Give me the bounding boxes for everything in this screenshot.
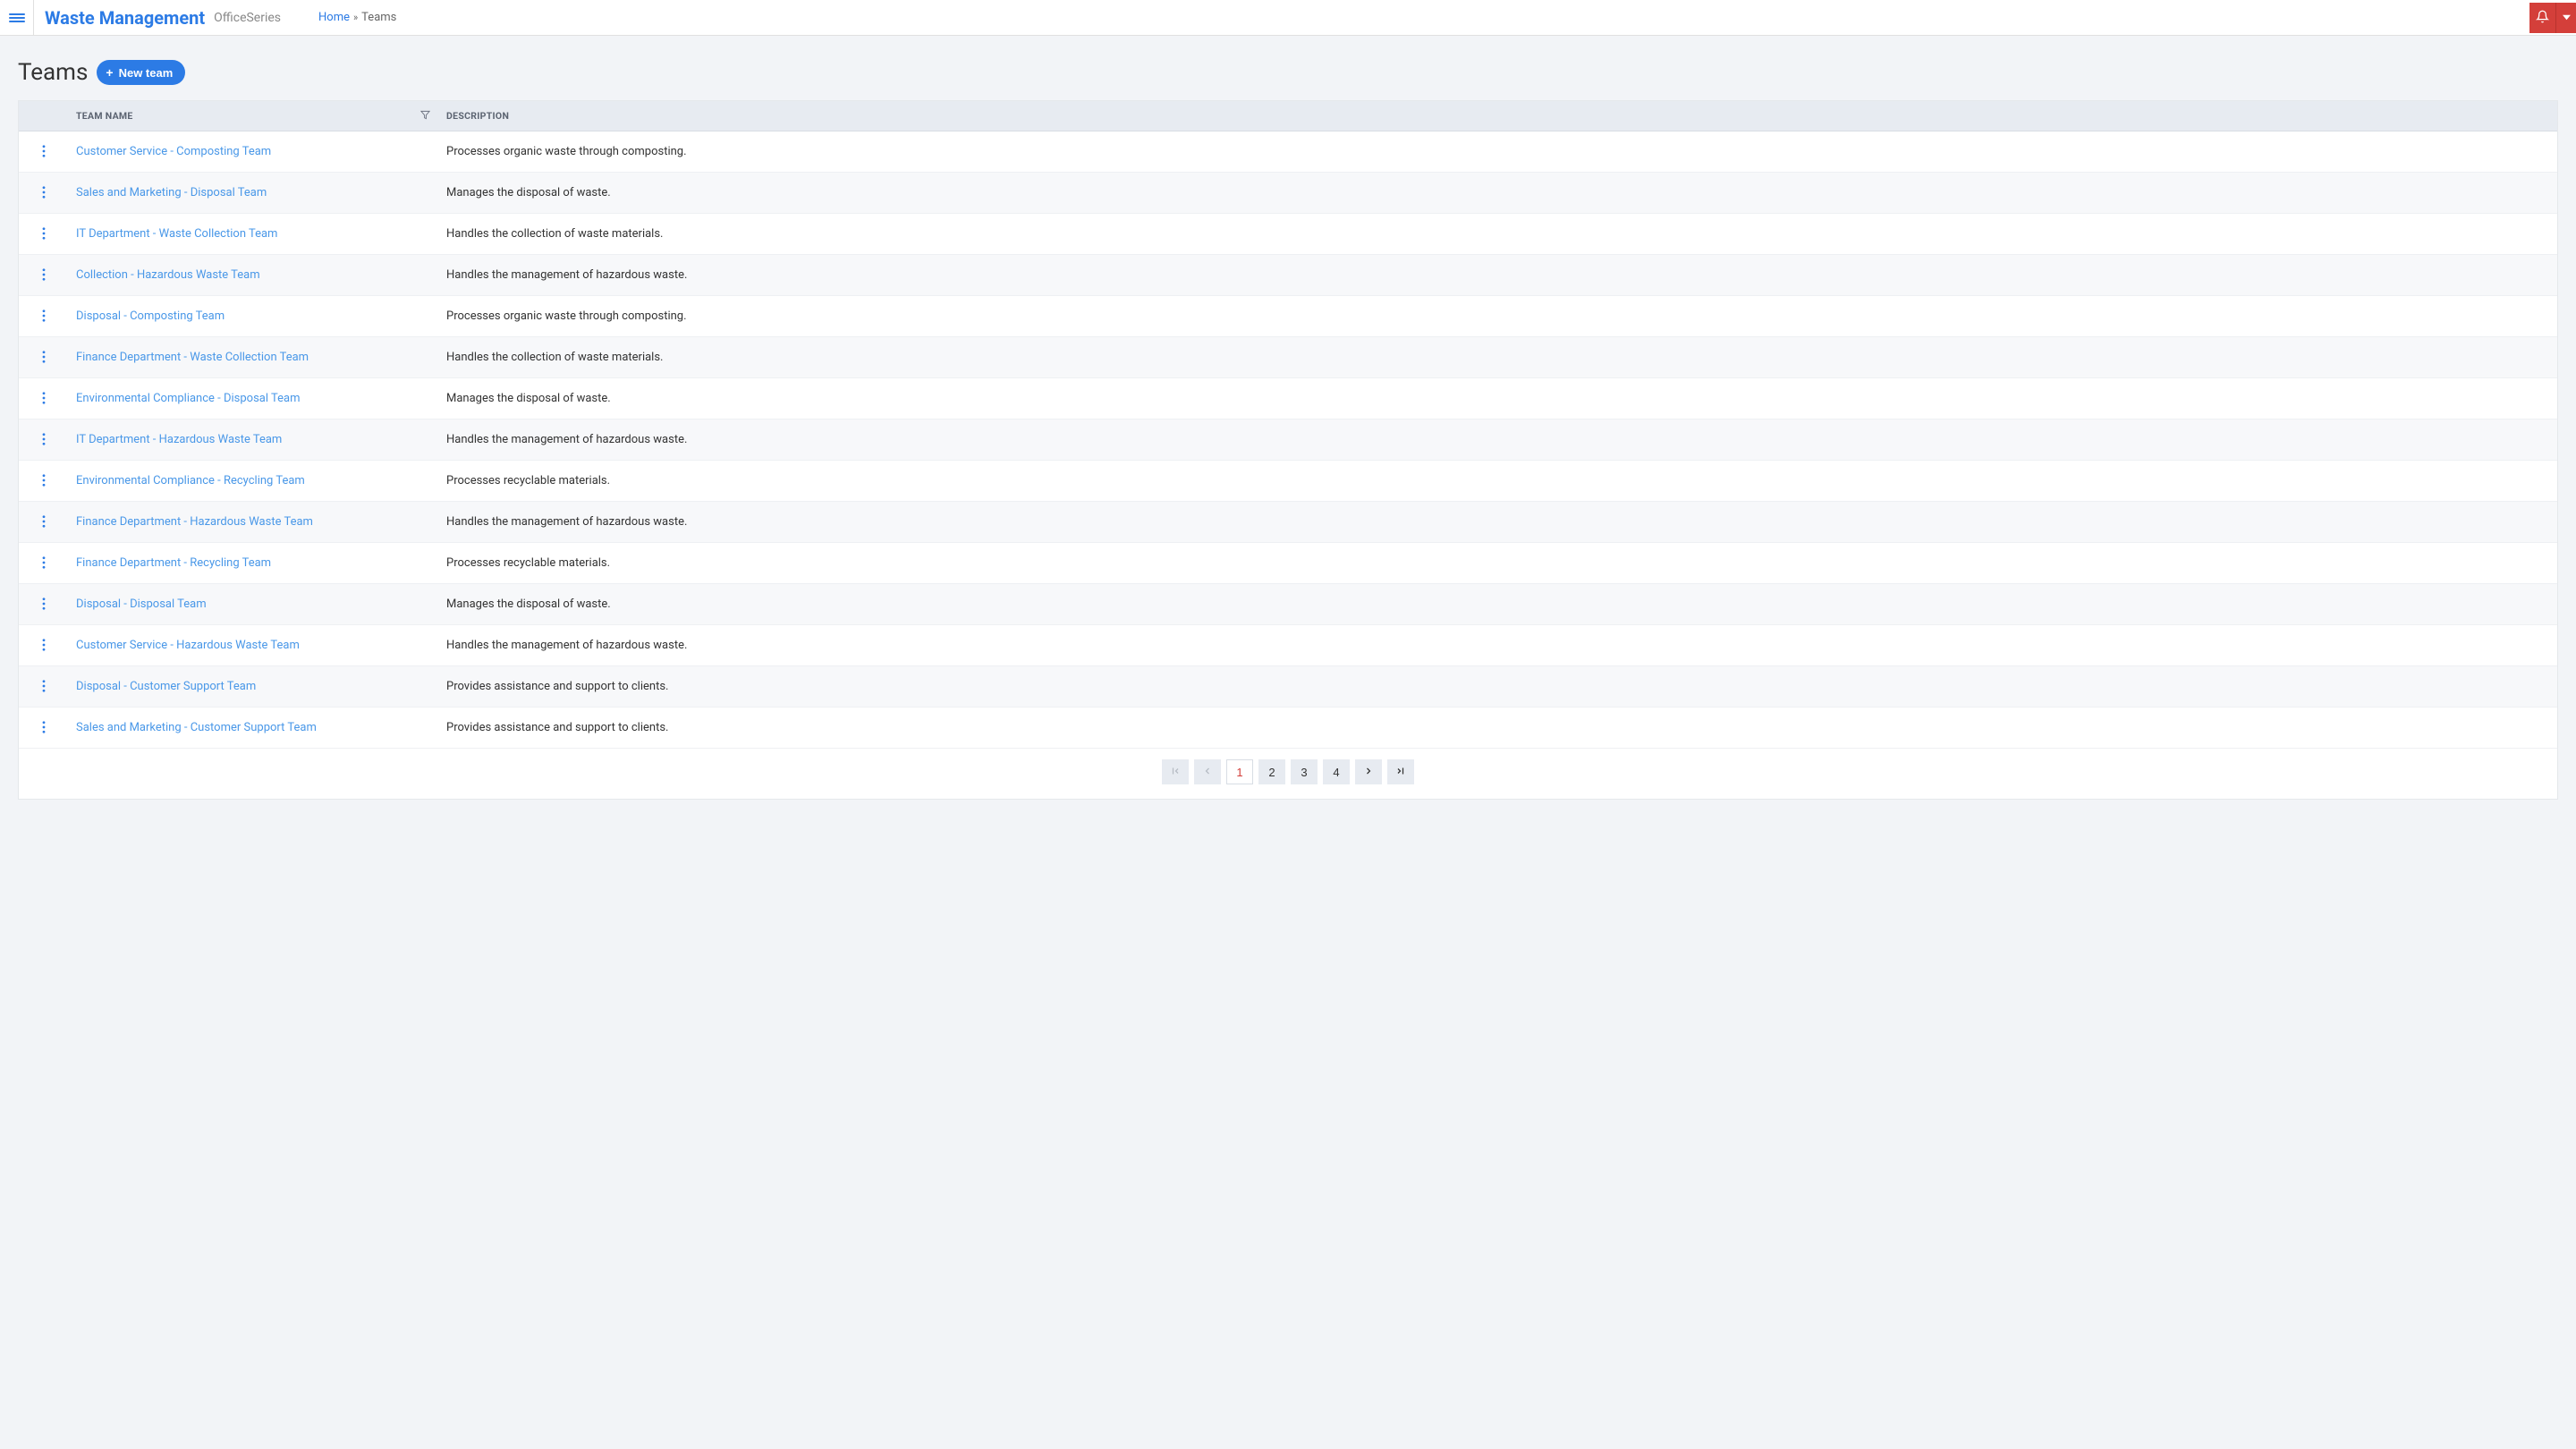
team-name-link[interactable]: Sales and Marketing - Customer Support T…: [76, 721, 317, 734]
last-page-icon: [1395, 766, 1406, 779]
hamburger-icon: [9, 12, 25, 24]
row-actions-button[interactable]: [35, 513, 53, 530]
team-description: Provides assistance and support to clien…: [439, 666, 2557, 708]
bell-icon: [2536, 10, 2549, 26]
new-team-label: New team: [119, 66, 174, 80]
team-name-link[interactable]: Finance Department - Hazardous Waste Tea…: [76, 515, 313, 529]
team-name-link[interactable]: Sales and Marketing - Disposal Team: [76, 186, 267, 199]
table-row: IT Department - Waste Collection Team Han…: [19, 214, 2557, 255]
page-last-button[interactable]: [1387, 759, 1414, 784]
breadcrumb: Home » Teams: [318, 11, 396, 24]
team-description: Handles the collection of waste material…: [439, 214, 2557, 255]
app-subtitle: OfficeSeries: [214, 11, 281, 25]
col-name-header[interactable]: TEAM NAME: [69, 101, 439, 131]
team-name-link[interactable]: Disposal - Disposal Team: [76, 597, 207, 611]
team-name-link[interactable]: IT Department - Hazardous Waste Team: [76, 433, 282, 446]
row-actions-button[interactable]: [35, 225, 53, 242]
team-name-link[interactable]: Environmental Compliance - Disposal Team: [76, 392, 301, 405]
row-actions-button[interactable]: [35, 348, 53, 366]
row-actions-button[interactable]: [35, 471, 53, 489]
team-description: Manages the disposal of waste.: [439, 173, 2557, 214]
team-description: Processes organic waste through composti…: [439, 131, 2557, 173]
row-actions-button[interactable]: [35, 718, 53, 736]
table-row: Disposal - Customer Support Team Provides…: [19, 666, 2557, 708]
table-row: Disposal - Composting Team Processes orga…: [19, 296, 2557, 337]
first-page-icon: [1170, 766, 1181, 779]
page-number-button[interactable]: 3: [1291, 759, 1318, 784]
team-name-link[interactable]: Finance Department - Recycling Team: [76, 556, 271, 570]
topbar-actions: [2529, 3, 2576, 33]
topbar: Waste Management OfficeSeries Home » Tea…: [0, 0, 2576, 36]
team-description: Provides assistance and support to clien…: [439, 708, 2557, 749]
table-row: Collection - Hazardous Waste Team Handles…: [19, 255, 2557, 296]
page-prev-button[interactable]: [1194, 759, 1221, 784]
plus-icon: +: [106, 65, 113, 80]
col-desc-header[interactable]: DESCRIPTION: [439, 101, 2557, 131]
team-name-link[interactable]: Customer Service - Composting Team: [76, 145, 271, 158]
team-name-link[interactable]: Disposal - Composting Team: [76, 309, 225, 323]
table-row: IT Department - Hazardous Waste Team Hand…: [19, 419, 2557, 461]
team-description: Handles the collection of waste material…: [439, 337, 2557, 378]
page-first-button[interactable]: [1162, 759, 1189, 784]
page-number-button[interactable]: 2: [1258, 759, 1285, 784]
new-team-button[interactable]: + New team: [97, 60, 185, 85]
col-actions-header: [19, 101, 69, 131]
row-actions-button[interactable]: [35, 266, 53, 284]
filter-icon[interactable]: [420, 110, 430, 123]
team-name-link[interactable]: Environmental Compliance - Recycling Tea…: [76, 474, 305, 487]
row-actions-button[interactable]: [35, 142, 53, 160]
page-title: Teams: [18, 59, 88, 86]
team-description: Handles the management of hazardous wast…: [439, 502, 2557, 543]
page-next-button[interactable]: [1355, 759, 1382, 784]
col-desc-label: DESCRIPTION: [446, 110, 509, 122]
team-name-link[interactable]: Finance Department - Waste Collection Te…: [76, 351, 309, 364]
team-description: Processes organic waste through composti…: [439, 296, 2557, 337]
breadcrumb-home[interactable]: Home: [318, 11, 350, 24]
team-description: Handles the management of hazardous wast…: [439, 625, 2557, 666]
row-actions-button[interactable]: [35, 430, 53, 448]
table-row: Finance Department - Hazardous Waste Tea…: [19, 502, 2557, 543]
table-row: Customer Service - Composting Team Proces…: [19, 131, 2557, 173]
page-number-button[interactable]: 1: [1226, 759, 1253, 784]
table-row: Finance Department - Recycling Team Proce…: [19, 543, 2557, 584]
table-row: Disposal - Disposal Team Manages the disp…: [19, 584, 2557, 625]
page-header: Teams + New team: [0, 36, 2576, 100]
team-name-link[interactable]: Collection - Hazardous Waste Team: [76, 268, 260, 282]
team-name-link[interactable]: Disposal - Customer Support Team: [76, 680, 256, 693]
app-title: Waste Management: [45, 7, 205, 29]
team-description: Processes recyclable materials.: [439, 543, 2557, 584]
chevron-left-icon: [1202, 766, 1213, 779]
row-actions-button[interactable]: [35, 554, 53, 572]
table-row: Environmental Compliance - Disposal Team…: [19, 378, 2557, 419]
breadcrumb-current: Teams: [361, 11, 396, 24]
table-row: Sales and Marketing - Disposal Team Manag…: [19, 173, 2557, 214]
teams-table: TEAM NAME DESCRIPTION Customer Service -…: [18, 100, 2558, 800]
row-actions-button[interactable]: [35, 595, 53, 613]
menu-toggle[interactable]: [0, 0, 34, 36]
breadcrumb-separator: »: [353, 12, 358, 23]
team-description: Processes recyclable materials.: [439, 461, 2557, 502]
row-actions-button[interactable]: [35, 389, 53, 407]
caret-down-icon: [2563, 11, 2571, 24]
team-name-link[interactable]: Customer Service - Hazardous Waste Team: [76, 639, 300, 652]
team-description: Manages the disposal of waste.: [439, 584, 2557, 625]
user-menu-button[interactable]: [2556, 3, 2576, 33]
row-actions-button[interactable]: [35, 307, 53, 325]
table-row: Environmental Compliance - Recycling Tea…: [19, 461, 2557, 502]
team-description: Manages the disposal of waste.: [439, 378, 2557, 419]
notifications-button[interactable]: [2529, 3, 2556, 33]
pagination: 1234: [19, 749, 2557, 799]
table-row: Sales and Marketing - Customer Support T…: [19, 708, 2557, 749]
chevron-right-icon: [1363, 766, 1374, 779]
row-actions-button[interactable]: [35, 677, 53, 695]
col-name-label: TEAM NAME: [76, 110, 133, 122]
team-description: Handles the management of hazardous wast…: [439, 419, 2557, 461]
team-description: Handles the management of hazardous wast…: [439, 255, 2557, 296]
row-actions-button[interactable]: [35, 636, 53, 654]
page-number-button[interactable]: 4: [1323, 759, 1350, 784]
table-row: Customer Service - Hazardous Waste Team H…: [19, 625, 2557, 666]
team-name-link[interactable]: IT Department - Waste Collection Team: [76, 227, 277, 241]
row-actions-button[interactable]: [35, 183, 53, 201]
table-row: Finance Department - Waste Collection Te…: [19, 337, 2557, 378]
